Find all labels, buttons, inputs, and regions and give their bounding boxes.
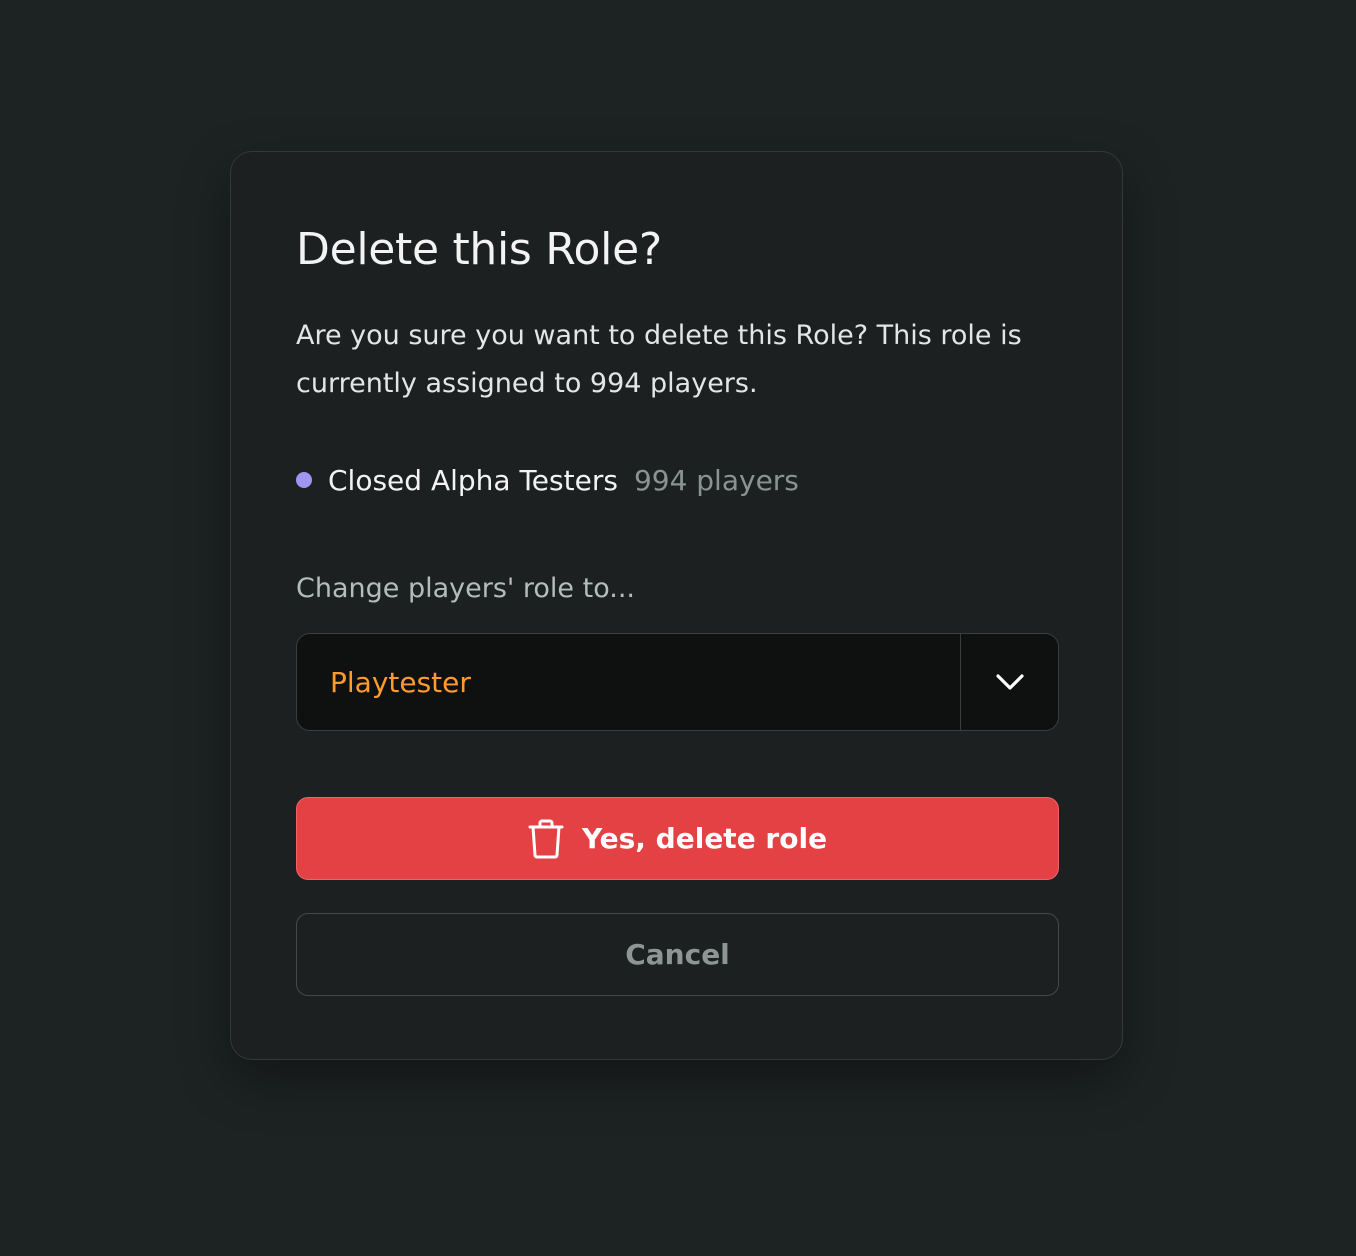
- cancel-label: Cancel: [625, 938, 730, 971]
- trash-icon: [528, 819, 564, 859]
- cancel-button[interactable]: Cancel: [296, 913, 1059, 996]
- change-role-label: Change players' role to...: [296, 573, 636, 604]
- confirm-delete-button[interactable]: Yes, delete role: [296, 797, 1059, 880]
- role-color-dot: [296, 472, 312, 488]
- role-name: Closed Alpha Testers: [328, 463, 618, 497]
- chevron-down-icon: [995, 674, 1024, 690]
- dialog-title: Delete this Role?: [296, 224, 662, 275]
- select-dropdown-toggle[interactable]: [960, 634, 1058, 730]
- confirm-delete-label: Yes, delete role: [581, 822, 828, 855]
- replacement-role-select[interactable]: Playtester: [296, 633, 1059, 731]
- role-summary: Closed Alpha Testers 994 players: [296, 460, 799, 500]
- dialog-description: Are you sure you want to delete this Rol…: [296, 320, 1022, 399]
- selected-role-value: Playtester: [330, 665, 471, 699]
- role-player-count: 994 players: [633, 463, 799, 497]
- delete-role-dialog: Delete this Role? Are you sure you want …: [230, 151, 1123, 1060]
